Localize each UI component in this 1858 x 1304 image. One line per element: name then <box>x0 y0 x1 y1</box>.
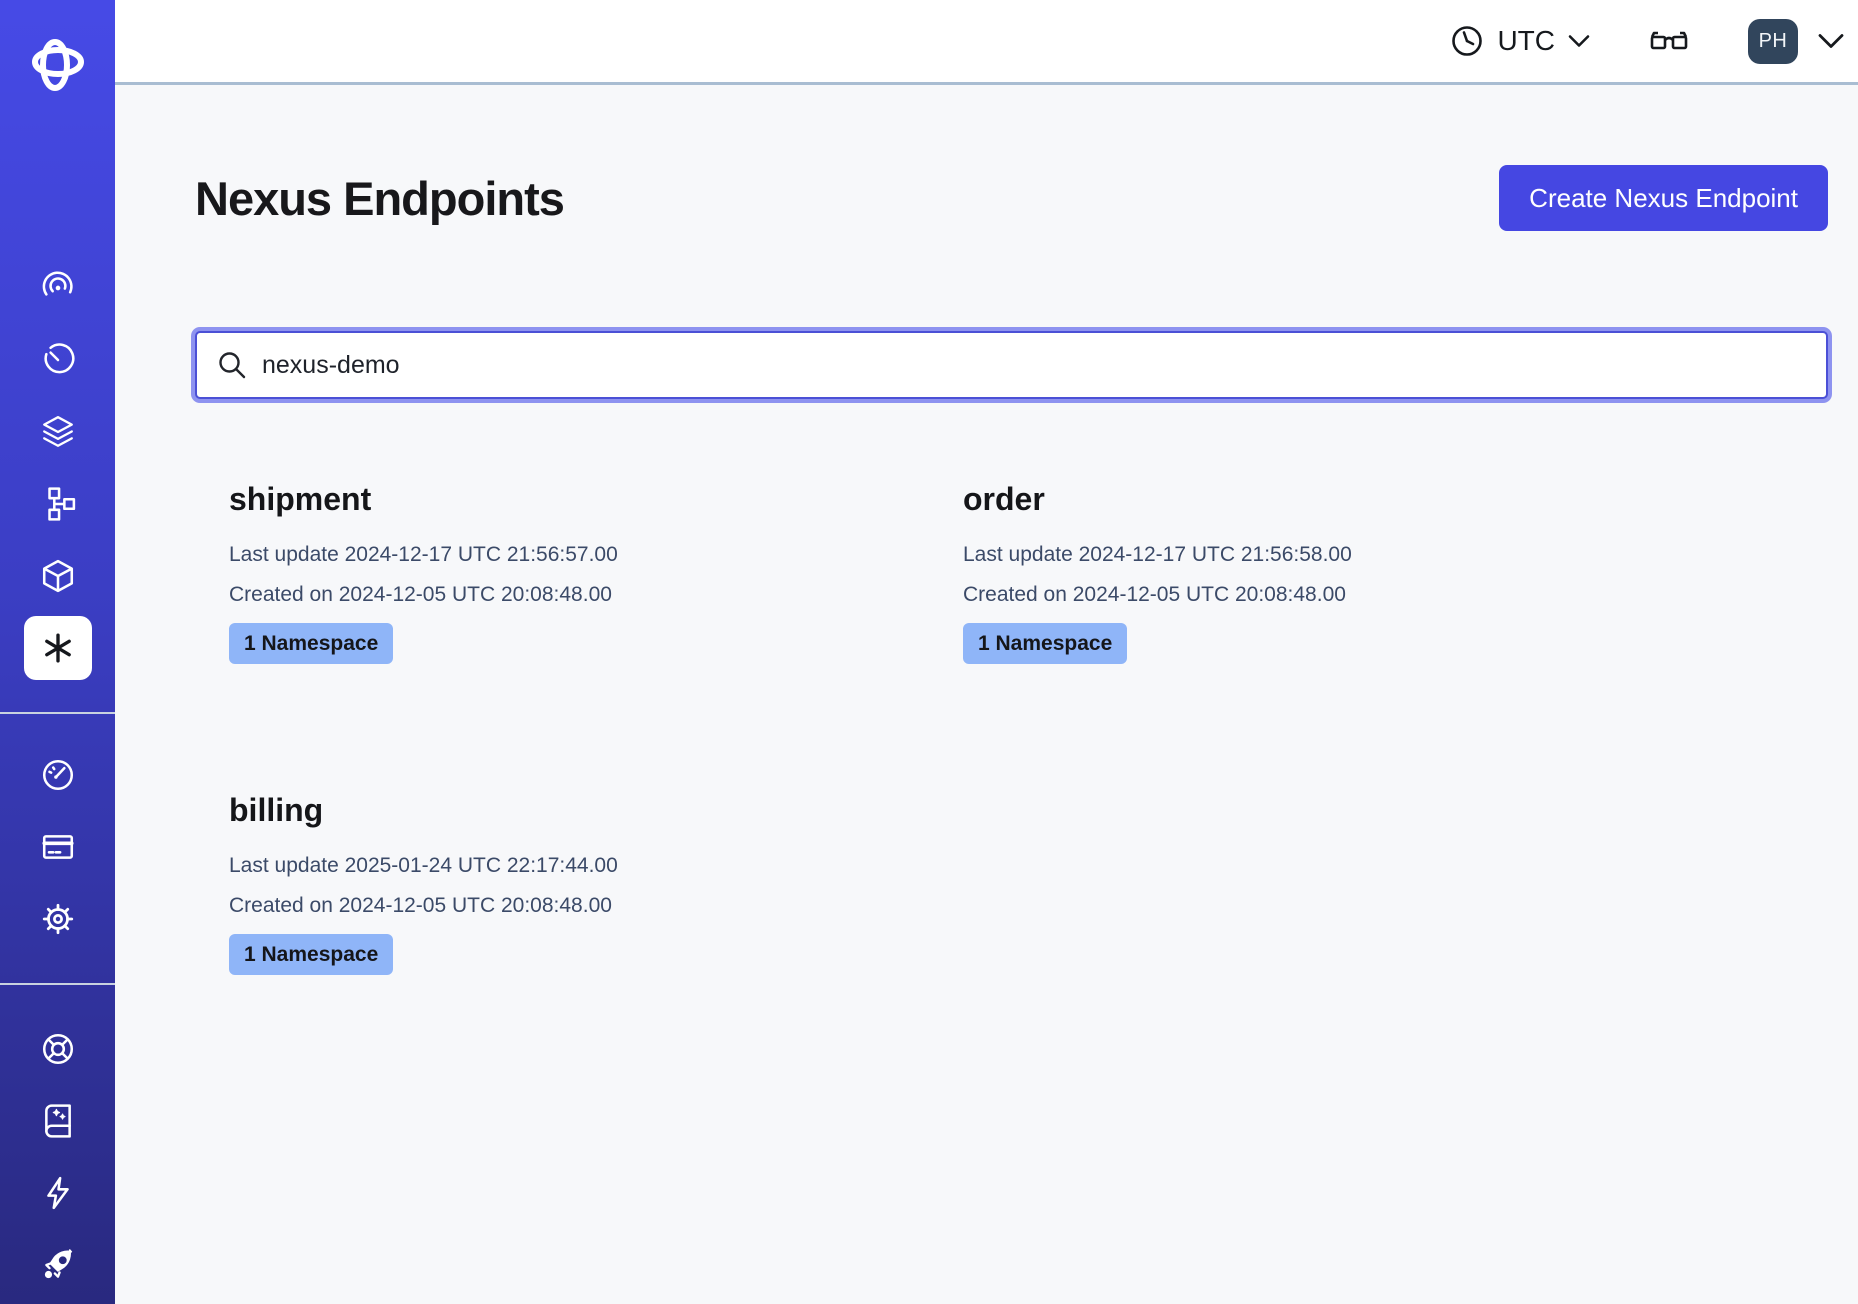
sidebar-item-spiral[interactable] <box>0 252 115 324</box>
clock-icon <box>1450 24 1484 58</box>
endpoint-card-billing[interactable]: billing Last update 2025-01-24 UTC 22:17… <box>229 790 963 975</box>
sidebar-item-timer[interactable] <box>0 324 115 396</box>
sidebar-item-settings[interactable] <box>0 883 115 955</box>
billing-card-icon <box>40 829 76 865</box>
cube-icon <box>40 558 76 594</box>
timezone-selector[interactable]: UTC <box>1450 24 1590 58</box>
lifebuoy-icon <box>40 1031 76 1067</box>
endpoint-created-on: Created on 2024-12-05 UTC 20:08:48.00 <box>229 886 963 926</box>
sidebar-divider <box>0 983 115 985</box>
active-nav-highlight <box>24 616 92 680</box>
page-title: Nexus Endpoints <box>195 171 564 226</box>
sidebar-item-getting-started[interactable] <box>0 1229 115 1301</box>
temporal-logo[interactable] <box>0 0 115 130</box>
spiral-icon <box>40 270 76 306</box>
sidebar-item-billing[interactable] <box>0 811 115 883</box>
page-header-row: Nexus Endpoints Create Nexus Endpoint <box>195 165 1828 231</box>
sidebar-item-feedback[interactable] <box>0 1157 115 1229</box>
timer-icon <box>40 342 76 378</box>
endpoint-card-shipment[interactable]: shipment Last update 2024-12-17 UTC 21:5… <box>229 479 963 664</box>
sidebar-item-support[interactable] <box>0 1013 115 1085</box>
workflow-graph-icon <box>40 486 76 522</box>
layers-icon <box>40 414 76 450</box>
sidebar-nav-secondary <box>0 739 115 955</box>
lightning-icon <box>40 1175 76 1211</box>
top-header: UTC PH <box>115 0 1858 85</box>
endpoint-name[interactable]: shipment <box>229 479 963 519</box>
asterisk-nexus-icon <box>39 629 77 667</box>
gauge-icon <box>40 757 76 793</box>
rocket-icon <box>40 1247 76 1283</box>
account-menu[interactable]: PH <box>1748 19 1844 64</box>
labs-mode-button[interactable] <box>1648 24 1690 58</box>
sidebar-item-usage[interactable] <box>0 739 115 811</box>
chevron-down-icon <box>1818 33 1844 49</box>
endpoint-last-update: Last update 2024-12-17 UTC 21:56:58.00 <box>963 535 1697 575</box>
sidebar-nav-footer <box>0 1013 115 1301</box>
namespace-badge: 1 Namespace <box>229 934 393 975</box>
sidebar-nav-primary <box>0 252 115 684</box>
sidebar-item-workflow-graph[interactable] <box>0 468 115 540</box>
endpoint-last-update: Last update 2025-01-24 UTC 22:17:44.00 <box>229 846 963 886</box>
temporal-logo-icon <box>30 37 86 93</box>
endpoint-name[interactable]: order <box>963 479 1697 519</box>
glasses-icon <box>1648 24 1690 58</box>
search-icon <box>217 350 247 380</box>
create-nexus-endpoint-button[interactable]: Create Nexus Endpoint <box>1499 165 1828 231</box>
endpoint-card-order[interactable]: order Last update 2024-12-17 UTC 21:56:5… <box>963 479 1697 664</box>
endpoint-list: shipment Last update 2024-12-17 UTC 21:5… <box>195 479 1828 975</box>
endpoint-name[interactable]: billing <box>229 790 963 830</box>
chevron-down-icon <box>1568 34 1590 48</box>
main-content: Nexus Endpoints Create Nexus Endpoint sh… <box>115 85 1858 1304</box>
endpoint-created-on: Created on 2024-12-05 UTC 20:08:48.00 <box>229 575 963 615</box>
main-column: UTC PH Nexus Endpoints Create Nexus En <box>115 0 1858 1304</box>
gear-icon <box>40 901 76 937</box>
avatar: PH <box>1748 19 1798 64</box>
timezone-label: UTC <box>1497 25 1555 57</box>
book-sparkles-icon <box>40 1103 76 1139</box>
sidebar-item-layers[interactable] <box>0 396 115 468</box>
sidebar-item-nexus[interactable] <box>0 612 115 684</box>
namespace-badge: 1 Namespace <box>229 623 393 664</box>
sidebar-divider <box>0 712 115 714</box>
sidebar-item-cube[interactable] <box>0 540 115 612</box>
search-input[interactable] <box>262 351 1806 380</box>
namespace-badge: 1 Namespace <box>963 623 1127 664</box>
endpoint-search <box>195 331 1828 399</box>
sidebar-item-docs[interactable] <box>0 1085 115 1157</box>
endpoint-last-update: Last update 2024-12-17 UTC 21:56:57.00 <box>229 535 963 575</box>
sidebar <box>0 0 115 1304</box>
endpoint-created-on: Created on 2024-12-05 UTC 20:08:48.00 <box>963 575 1697 615</box>
